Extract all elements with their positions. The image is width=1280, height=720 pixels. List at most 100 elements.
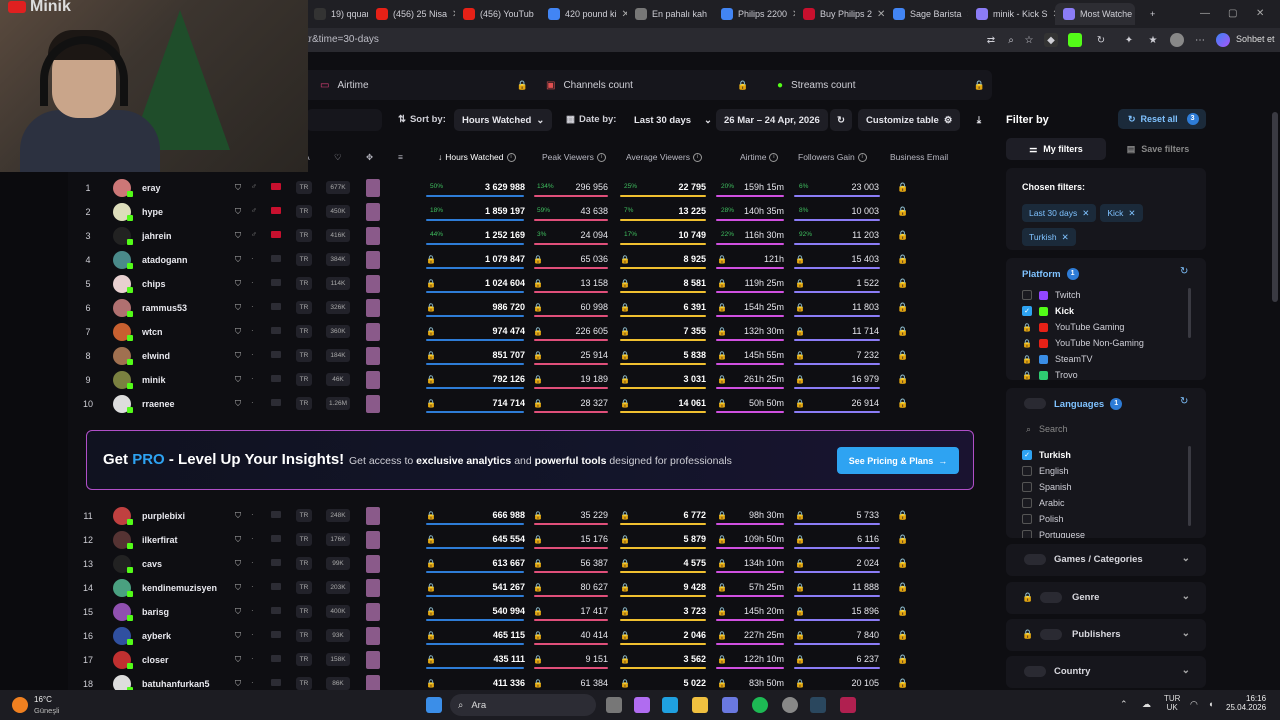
game-col-icon[interactable]: ✥	[366, 152, 373, 163]
weather-text[interactable]: Güneşli	[34, 706, 59, 715]
channel-name[interactable]: ilkerfirat	[142, 535, 178, 545]
channel-name[interactable]: hype	[142, 207, 163, 217]
platform-scrollbar[interactable]	[1188, 288, 1191, 338]
browser-tab[interactable]: (456) 25 Nisa✕	[368, 3, 455, 25]
bookmark-star-icon[interactable]: ☆	[1022, 33, 1036, 47]
channel-name[interactable]: kendinemuzisyen	[142, 583, 217, 593]
table-row[interactable]: 13 cavs ⛉ · TR 99K 🔒 613 667 🔒 56 387 🔒 4 575 🔒 134h …	[70, 552, 992, 576]
lock-icon[interactable]: 🔒	[897, 230, 908, 241]
customize-table-button[interactable]: Customize table ⚙	[858, 109, 961, 131]
language-search-input[interactable]: ⌕ Search	[1026, 424, 1068, 435]
game-thumbnail[interactable]	[366, 227, 380, 245]
lock-icon[interactable]: 🔒	[897, 630, 908, 641]
table-row[interactable]: 12 ilkerfirat ⛉ · TR 176K 🔒 645 554 🔒 15 176 🔒 5 87…	[70, 528, 992, 552]
game-thumbnail[interactable]	[366, 395, 380, 413]
browser-tab[interactable]: Philips 2200✕	[713, 3, 795, 25]
language-option[interactable]: Portuguese	[1022, 530, 1085, 538]
channel-name[interactable]: closer	[142, 655, 169, 665]
channel-name[interactable]: elwind	[142, 351, 170, 361]
windows-start-icon[interactable]	[426, 697, 442, 713]
download-icon[interactable]: ⤓	[968, 109, 990, 131]
table-row[interactable]: 17 closer ⛉ · TR 158K 🔒 435 111 🔒 9 151 🔒 3 562 🔒 122…	[70, 648, 992, 672]
lock-icon[interactable]: 🔒	[897, 558, 908, 569]
reset-platform-icon[interactable]: ↻	[1180, 266, 1188, 277]
tab-channels-count[interactable]: ▣ Channels count 🔒	[536, 70, 748, 100]
lock-icon[interactable]: 🔒	[897, 606, 908, 617]
reset-all-button[interactable]: ↻ Reset all 3	[1118, 109, 1206, 129]
platform-option[interactable]: 🔒 SteamTV	[1022, 354, 1093, 364]
search-box[interactable]	[306, 109, 382, 131]
table-row[interactable]: 5 chips ⛉ · TR 114K 🔒 1 024 604 🔒 13 158 🔒 8 581 🔒 11…	[70, 272, 992, 296]
games-categories-section[interactable]: Games / Categories ⌄	[1006, 544, 1206, 576]
game-thumbnail[interactable]	[366, 651, 380, 669]
category-col-icon[interactable]: ≡	[398, 152, 403, 162]
language-option[interactable]: Polish	[1022, 514, 1064, 524]
lock-icon[interactable]: 🔒	[897, 278, 908, 289]
platform-option[interactable]: Twitch	[1022, 290, 1081, 300]
tray-chevron-icon[interactable]: ⌃	[1120, 699, 1128, 710]
lock-icon[interactable]: 🔒	[897, 206, 908, 217]
col-hours-watched[interactable]: ↓ Hours Watched i	[438, 152, 516, 162]
lock-icon[interactable]: 🔒	[897, 326, 908, 337]
clock[interactable]: 16:16 25.04.2026	[1226, 694, 1266, 712]
copilot-chat-label[interactable]: Sohbet et	[1236, 34, 1275, 44]
lock-icon[interactable]: 🔒	[897, 302, 908, 313]
lock-icon[interactable]: 🔒	[897, 510, 908, 521]
checkbox[interactable]	[1022, 482, 1032, 492]
see-pricing-button[interactable]: See Pricing & Plans →	[837, 447, 959, 474]
platform-title[interactable]: Platform 1	[1022, 268, 1079, 280]
page-scrollbar[interactable]	[1272, 112, 1278, 302]
game-thumbnail[interactable]	[366, 531, 380, 549]
browser-tab[interactable]: (456) YouTub✕	[455, 3, 540, 25]
minimize-icon[interactable]: —	[1200, 8, 1210, 19]
game-thumbnail[interactable]	[366, 507, 380, 525]
table-row[interactable]: 4 atadogann ⛉ · TR 384K 🔒 1 079 847 🔒 65 036 🔒 8 92…	[70, 248, 992, 272]
game-thumbnail[interactable]	[366, 347, 380, 365]
lock-icon[interactable]: 🔒	[897, 534, 908, 545]
new-tab-button[interactable]: +	[1142, 3, 1162, 25]
lock-icon[interactable]: 🔒	[897, 654, 908, 665]
channel-name[interactable]: ayberk	[142, 631, 171, 641]
col-followers-gain[interactable]: Followers Gain i	[798, 152, 867, 162]
table-row[interactable]: 16 ayberk ⛉ · TR 93K 🔒 465 115 🔒 40 414 🔒 2 046 🔒 227…	[70, 624, 992, 648]
copilot-app-icon[interactable]	[634, 697, 650, 713]
reset-date-icon[interactable]: ↻	[830, 109, 852, 131]
checkbox[interactable]	[1022, 514, 1032, 524]
channel-name[interactable]: batuhanfurkan5	[142, 679, 210, 689]
lock-icon[interactable]: 🔒	[897, 182, 908, 193]
wifi-icon[interactable]: ◠	[1190, 699, 1198, 710]
chip-last-30-days[interactable]: Last 30 days ✕	[1022, 204, 1097, 222]
game-thumbnail[interactable]	[366, 203, 380, 221]
refresh-extension-icon[interactable]: ↻	[1094, 33, 1108, 47]
channel-name[interactable]: barisg	[142, 607, 169, 617]
close-tab-icon[interactable]: ✕	[877, 9, 885, 20]
table-row[interactable]: 3 jahrein ⛉ ♂ TR 416K 44% 1 252 169 3% 24 094 17% 1…	[70, 224, 992, 248]
languages-toggle[interactable]	[1024, 398, 1046, 409]
checkbox[interactable]: ✓	[1022, 306, 1032, 316]
weather-temp[interactable]: 16°C	[34, 695, 52, 704]
game-thumbnail[interactable]	[366, 555, 380, 573]
game-thumbnail[interactable]	[366, 299, 380, 317]
col-airtime[interactable]: Airtime i	[740, 152, 779, 162]
channel-name[interactable]: rammus53	[142, 303, 187, 313]
checkbox[interactable]	[1022, 530, 1032, 538]
game-thumbnail[interactable]	[366, 579, 380, 597]
browser-tab[interactable]: Most Watche✕	[1055, 3, 1135, 25]
table-row[interactable]: 9 minik ⛉ · TR 46K 🔒 792 126 🔒 19 189 🔒 3 031 🔒 261h …	[70, 368, 992, 392]
col-business-email[interactable]: Business Email	[890, 152, 948, 162]
task-view-icon[interactable]	[606, 697, 622, 713]
steam-app-icon[interactable]	[810, 697, 826, 713]
game-thumbnail[interactable]	[366, 323, 380, 341]
checkbox[interactable]: ✓	[1022, 450, 1032, 460]
channel-name[interactable]: rraenee	[142, 399, 175, 409]
my-filters-tab[interactable]: ⚌ My filters	[1006, 138, 1106, 160]
channel-name[interactable]: atadogann	[142, 255, 188, 265]
table-row[interactable]: 10 rraenee ⛉ · TR 1.26M 🔒 714 714 🔒 28 327 🔒 14 061…	[70, 392, 992, 416]
table-row[interactable]: 8 elwind ⛉ · TR 184K 🔒 851 707 🔒 25 914 🔒 5 838 🔒 145…	[70, 344, 992, 368]
language-option[interactable]: English	[1022, 466, 1069, 476]
taskbar-search[interactable]: ⌕ Ara	[450, 694, 596, 716]
browser-tab[interactable]: minik - Kick S✕	[968, 3, 1055, 25]
game-thumbnail[interactable]	[366, 371, 380, 389]
more-menu-icon[interactable]: ⋯	[1193, 33, 1207, 47]
browser-tab[interactable]: 19) qquares✕	[306, 3, 368, 25]
